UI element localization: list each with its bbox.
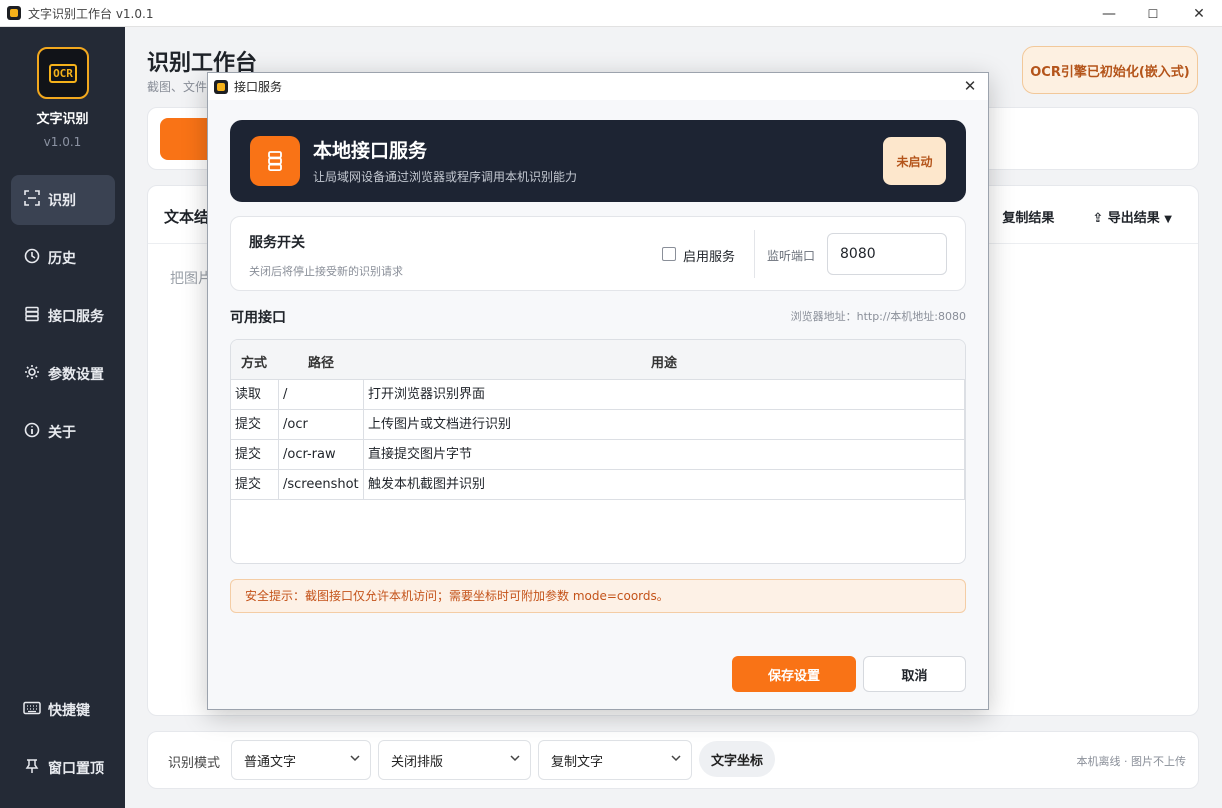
copy-select[interactable]: 复制文字 xyxy=(538,740,692,780)
service-hero-title: 本地接口服务 xyxy=(313,140,428,162)
sidebar-item-settings[interactable]: 参数设置 xyxy=(11,349,115,399)
table-row[interactable]: 提交 /screenshot 触发本机截图并识别 xyxy=(231,470,965,500)
server-icon xyxy=(22,306,42,326)
ocr-status-badge: OCR引擎已初始化(嵌入式) xyxy=(1022,46,1198,94)
cell-purpose: 上传图片或文档进行识别 xyxy=(364,410,965,440)
result-actions: 复制结果 ⇪ 导出结果 ▼ xyxy=(1002,207,1172,226)
sidebar-item-about[interactable]: 关于 xyxy=(11,407,115,457)
dialog-title: 接口服务 xyxy=(234,80,283,94)
page-subtitle: 截图、文件 xyxy=(147,80,208,94)
chevron-down-icon xyxy=(350,753,360,766)
dialog-titlebar: 接口服务 ✕ xyxy=(208,73,988,100)
cell-method: 提交 xyxy=(231,470,279,500)
service-hero-banner: 本地接口服务 让局域网设备通过浏览器或程序调用本机识别能力 未启动 xyxy=(230,120,966,202)
cell-purpose: 打开浏览器识别界面 xyxy=(364,380,965,410)
sidebar-item-api-service[interactable]: 接口服务 xyxy=(11,291,115,341)
window-title: 文字识别工作台 v1.0.1 xyxy=(28,6,154,21)
sidebar-item-label: 识别 xyxy=(48,193,76,209)
chevron-down-icon xyxy=(510,753,520,766)
cell-path: /screenshot xyxy=(279,470,364,500)
window-titlebar: 文字识别工作台 v1.0.1 — ☐ ✕ xyxy=(0,0,1222,27)
minimize-button[interactable]: — xyxy=(1086,0,1132,27)
chevron-down-icon: ▼ xyxy=(1164,214,1172,225)
scan-icon xyxy=(22,190,42,210)
export-result-button[interactable]: ⇪ 导出结果 ▼ xyxy=(1092,207,1172,226)
app-version: v1.0.1 xyxy=(43,135,82,149)
enable-service-label[interactable]: 启用服务 xyxy=(683,246,735,265)
ocr-logo-icon: OCR xyxy=(49,63,77,83)
export-result-label: 导出结果 xyxy=(1107,211,1160,226)
cell-path: /ocr-raw xyxy=(279,440,364,470)
privacy-status: 本机离线 · 图片不上传 xyxy=(1076,755,1187,768)
table-row[interactable]: 读取 / 打开浏览器识别界面 xyxy=(231,380,965,410)
service-hero-subtitle: 让局域网设备通过浏览器或程序调用本机识别能力 xyxy=(313,170,578,184)
table-row[interactable]: 提交 /ocr-raw 直接提交图片字节 xyxy=(231,440,965,470)
layout-select-value: 关闭排版 xyxy=(391,754,444,770)
divider xyxy=(754,230,755,278)
sidebar-item-shortcuts[interactable]: 快捷键 xyxy=(11,685,115,735)
server-icon xyxy=(250,136,300,186)
service-switch-description: 关闭后将停止接受新的识别请求 xyxy=(249,265,403,278)
enable-service-checkbox[interactable] xyxy=(662,247,676,261)
cell-purpose: 触发本机截图并识别 xyxy=(364,470,965,500)
api-service-dialog: 接口服务 ✕ 本地接口服务 让局域网设备通过浏览器或程序调用本机识别能力 未启动… xyxy=(207,72,989,710)
result-panel-title: 文本结 xyxy=(164,208,210,226)
service-switch-title: 服务开关 xyxy=(249,235,305,251)
save-settings-button[interactable]: 保存设置 xyxy=(732,656,856,692)
cell-method: 提交 xyxy=(231,440,279,470)
keyboard-icon xyxy=(22,701,42,719)
gear-icon xyxy=(22,364,42,384)
api-table: 方式 路径 用途 读取 / 打开浏览器识别界面 提交 /ocr 上传图片或文档进… xyxy=(230,339,966,564)
cell-method: 读取 xyxy=(231,380,279,410)
copy-result-button[interactable]: 复制结果 xyxy=(1002,207,1054,226)
api-list-title: 可用接口 xyxy=(230,310,286,326)
app-icon xyxy=(214,79,228,94)
chevron-down-icon xyxy=(671,753,681,766)
app-icon xyxy=(7,6,21,20)
cancel-button[interactable]: 取消 xyxy=(863,656,966,692)
maximize-button[interactable]: ☐ xyxy=(1130,0,1176,27)
sidebar-item-history[interactable]: 历史 xyxy=(11,233,115,283)
pin-icon xyxy=(22,758,42,778)
port-input[interactable] xyxy=(827,233,947,275)
result-placeholder: 把图片 xyxy=(170,271,212,287)
mode-label: 识别模式 xyxy=(168,756,221,771)
text-coords-button[interactable]: 文字坐标 xyxy=(699,741,775,777)
cell-path: / xyxy=(279,380,364,410)
sidebar-item-label: 窗口置顶 xyxy=(48,761,104,777)
cell-path: /ocr xyxy=(279,410,364,440)
sidebar-item-label: 关于 xyxy=(48,425,76,441)
bottom-bar: 识别模式 普通文字 关闭排版 复制文字 文字坐标 本机离线 · 图片不上传 xyxy=(147,731,1199,789)
sidebar: OCR 文字识别 v1.0.1 识别 历史 接口服务 参数设置 关于 快捷键 窗… xyxy=(0,27,125,808)
port-label: 监听端口 xyxy=(767,249,816,263)
column-header-path: 路径 xyxy=(308,356,335,371)
sidebar-item-label: 快捷键 xyxy=(48,703,90,719)
cell-purpose: 直接提交图片字节 xyxy=(364,440,965,470)
info-icon xyxy=(22,422,42,442)
close-button[interactable]: ✕ xyxy=(1176,0,1222,27)
table-row[interactable]: 提交 /ocr 上传图片或文档进行识别 xyxy=(231,410,965,440)
sidebar-item-label: 接口服务 xyxy=(48,309,104,325)
sidebar-item-recognize[interactable]: 识别 xyxy=(11,175,115,225)
copy-select-value: 复制文字 xyxy=(551,754,604,770)
mode-select[interactable]: 普通文字 xyxy=(231,740,371,780)
clock-icon xyxy=(22,248,42,268)
security-notice: 安全提示：截图接口仅允许本机访问；需要坐标时可附加参数 mode=coords。 xyxy=(230,579,966,613)
browser-address-hint: 浏览器地址：http://本机地址:8080 xyxy=(790,310,966,323)
layout-select[interactable]: 关闭排版 xyxy=(378,740,531,780)
sidebar-item-pin-window[interactable]: 窗口置顶 xyxy=(11,743,115,793)
dialog-close-button[interactable]: ✕ xyxy=(958,75,982,97)
column-header-method: 方式 xyxy=(241,356,268,371)
service-switch-card: 服务开关 关闭后将停止接受新的识别请求 启用服务 监听端口 xyxy=(230,216,966,291)
column-header-purpose: 用途 xyxy=(651,356,678,371)
mode-select-value: 普通文字 xyxy=(244,754,297,770)
app-logo: OCR xyxy=(37,47,89,99)
cell-method: 提交 xyxy=(231,410,279,440)
service-status-badge: 未启动 xyxy=(883,137,946,185)
app-name: 文字识别 xyxy=(36,112,89,127)
sidebar-item-label: 参数设置 xyxy=(48,367,104,383)
sidebar-item-label: 历史 xyxy=(48,251,76,267)
table-header: 方式 路径 用途 xyxy=(231,340,965,380)
